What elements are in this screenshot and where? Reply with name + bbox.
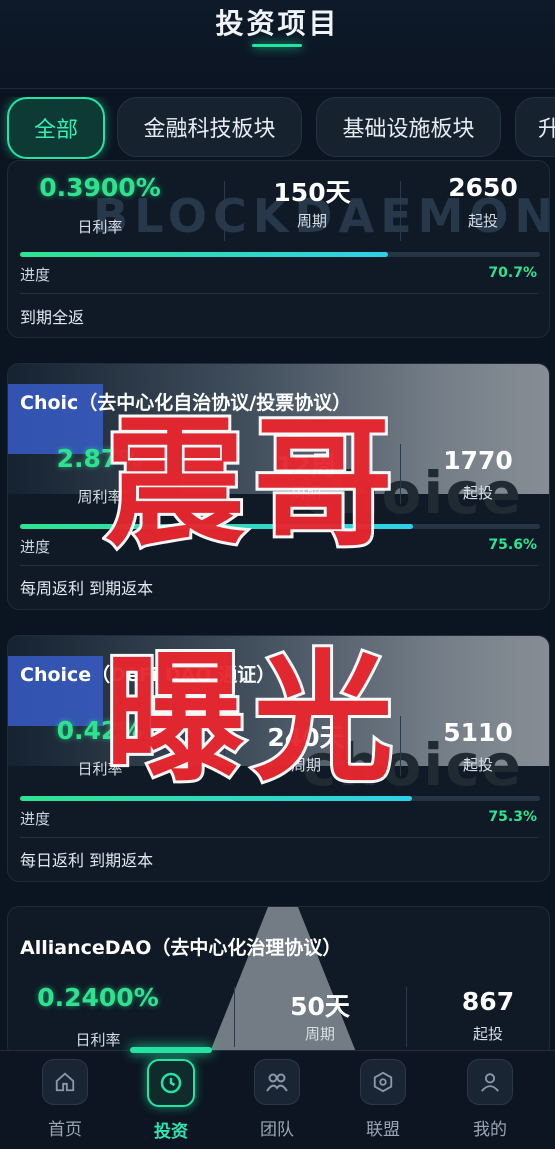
- progress-label: 进度: [20, 266, 51, 284]
- category-tabs: 全部 金融科技板块 基础设施板块 升: [0, 97, 555, 159]
- rate-value: 0.3900%: [39, 173, 161, 202]
- nav-label: 首页: [48, 1120, 82, 1140]
- return-note: 每周返利 到期返本: [20, 579, 154, 598]
- active-indicator: [130, 1047, 212, 1053]
- progress-label: 进度: [20, 538, 51, 556]
- nav-profile[interactable]: 我的: [440, 1059, 540, 1140]
- min-invest-value: 867: [461, 987, 515, 1016]
- divider: [406, 987, 407, 1047]
- project-card[interactable]: BLOCKDAEMON 0.3900% 日利率 150天 周期 2650 起投 …: [7, 160, 550, 338]
- nav-alliance[interactable]: 联盟: [333, 1059, 433, 1140]
- divider: [20, 837, 538, 838]
- progress-percent: 75.6%: [488, 537, 537, 553]
- return-note: 到期全返: [20, 308, 85, 327]
- tab-infrastructure[interactable]: 基础设施板块: [316, 97, 501, 157]
- period-label: 周期: [304, 1025, 335, 1043]
- bottom-nav: 首页 投资 团队 联盟 我的: [0, 1047, 555, 1149]
- min-invest-value: 2650: [448, 173, 518, 202]
- min-invest-label: 起投: [462, 484, 493, 502]
- progress-bar: [20, 252, 540, 257]
- min-invest-value: 1770: [443, 446, 513, 475]
- project-card[interactable]: AllianceDAO（去中心化治理协议） 0.2400% 日利率 50天 周期…: [7, 906, 550, 1058]
- nav-label: 团队: [260, 1120, 294, 1140]
- min-invest-label: 起投: [462, 756, 493, 774]
- period-label: 周期: [296, 212, 327, 230]
- nav-label: 联盟: [366, 1120, 400, 1140]
- tab-fintech[interactable]: 金融科技板块: [117, 97, 302, 157]
- min-invest-label: 起投: [472, 1025, 503, 1043]
- nav-invest[interactable]: 投资: [121, 1059, 221, 1142]
- nav-label: 投资: [154, 1122, 188, 1142]
- period-value: 150天: [273, 178, 351, 207]
- overlay-text-bottom: 曝光: [102, 638, 402, 801]
- nav-team[interactable]: 团队: [227, 1059, 327, 1140]
- return-note: 每日返利 到期返本: [20, 851, 154, 870]
- min-invest-value: 5110: [443, 718, 513, 747]
- tab-more[interactable]: 升: [515, 97, 555, 157]
- progress-percent: 70.7%: [488, 265, 537, 281]
- header: 投资项目: [0, 0, 555, 89]
- divider: [234, 987, 235, 1047]
- rate-value: 0.2400%: [37, 983, 159, 1012]
- nav-home[interactable]: 首页: [15, 1059, 115, 1140]
- hexagon-icon: [360, 1059, 406, 1105]
- divider: [400, 181, 401, 241]
- progress-fill: [20, 252, 388, 257]
- nav-label: 我的: [473, 1120, 507, 1140]
- card-title: AllianceDAO（去中心化治理协议）: [20, 937, 342, 959]
- user-icon: [467, 1059, 513, 1105]
- progress-percent: 75.3%: [488, 809, 537, 825]
- period-value: 50天: [290, 992, 350, 1021]
- progress-label: 进度: [20, 810, 51, 828]
- tab-all[interactable]: 全部: [7, 97, 105, 159]
- overlay-text-top: 震哥: [102, 403, 402, 566]
- home-icon: [42, 1059, 88, 1105]
- team-icon: [254, 1059, 300, 1105]
- rate-label: 日利率: [77, 218, 123, 236]
- clock-icon: [147, 1059, 195, 1107]
- min-invest-label: 起投: [467, 212, 498, 230]
- divider: [224, 181, 225, 241]
- title-underline: [252, 44, 302, 47]
- divider: [20, 293, 538, 294]
- page-title: 投资项目: [215, 7, 340, 40]
